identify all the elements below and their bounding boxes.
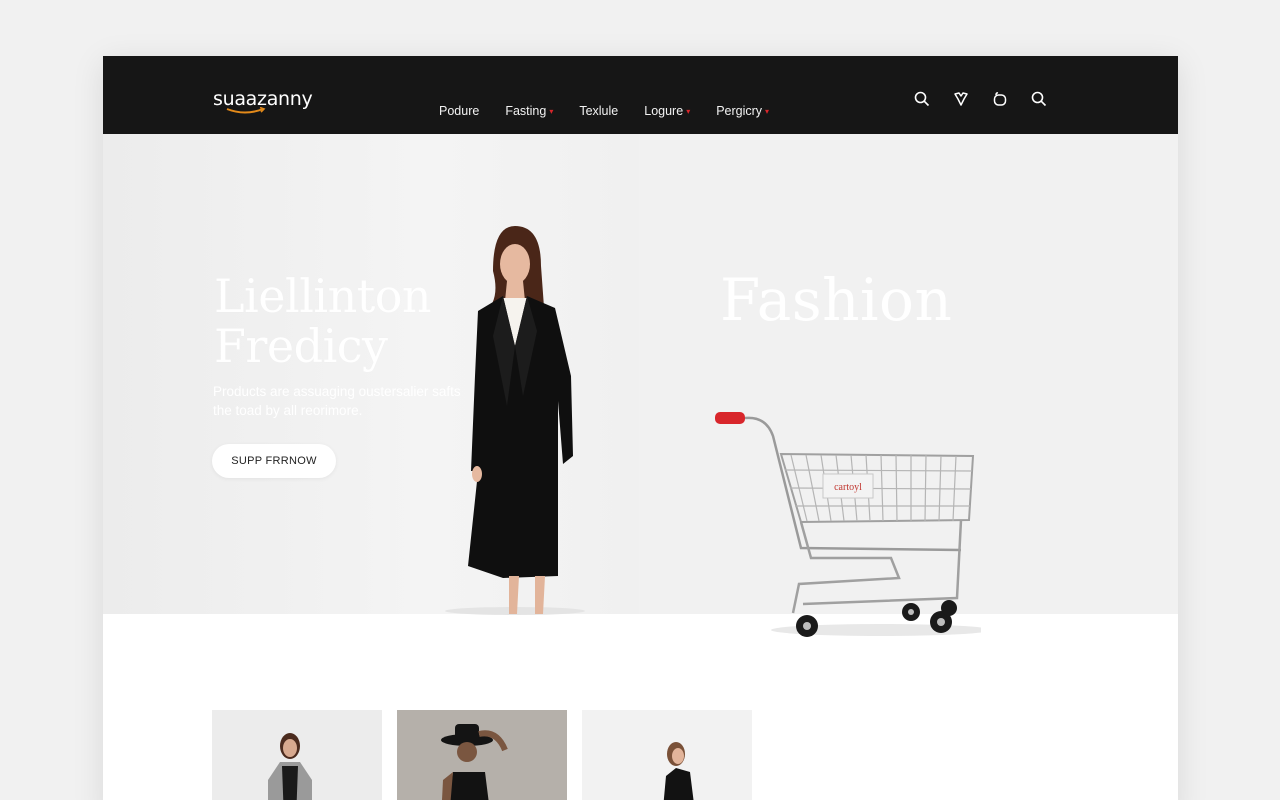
heart-icon[interactable]	[952, 90, 970, 108]
nav-item-label: Texlule	[579, 104, 619, 118]
header-icons	[913, 90, 1069, 108]
nav-item-texlule[interactable]: Texlule	[579, 104, 618, 118]
shop-now-button[interactable]: SUPP FRRNOW	[212, 444, 336, 478]
chevron-down-icon: ▾	[765, 106, 770, 116]
bag-icon[interactable]	[991, 90, 1009, 108]
logo-smile-icon	[226, 107, 266, 114]
model-image	[445, 226, 585, 615]
main-nav: Podure Fasting ▾ Texlule Logure ▾ Pergic…	[439, 104, 795, 118]
product-thumb-2[interactable]	[397, 710, 567, 800]
cart-tag-label: cartoyl	[834, 482, 862, 493]
nav-item-label: Podure	[439, 104, 480, 118]
search-icon[interactable]	[1030, 90, 1048, 108]
fashion-heading: Fashion	[720, 266, 953, 334]
nav-item-label: Fasting	[505, 104, 547, 118]
nav-item-pergicry[interactable]: Pergicry ▾	[716, 104, 769, 118]
chevron-down-icon: ▾	[549, 106, 554, 116]
search-icon[interactable]	[913, 90, 931, 108]
product-thumb-3[interactable]	[582, 710, 752, 800]
nav-item-fasting[interactable]: Fasting ▾	[505, 104, 553, 118]
nav-item-logure[interactable]: Logure ▾	[644, 104, 690, 118]
chevron-down-icon: ▾	[686, 106, 691, 116]
site-header: suaazanny Podure Fasting ▾ Texlule Logur…	[103, 56, 1178, 134]
nav-item-label: Logure	[644, 104, 684, 118]
page-frame: suaazanny Podure Fasting ▾ Texlule Logur…	[103, 56, 1178, 800]
shopping-cart-image: cartoyl	[715, 412, 981, 637]
product-thumb-1[interactable]	[212, 710, 382, 800]
nav-item-label: Pergicry	[716, 104, 763, 118]
nav-item-podure[interactable]: Podure	[439, 104, 479, 118]
